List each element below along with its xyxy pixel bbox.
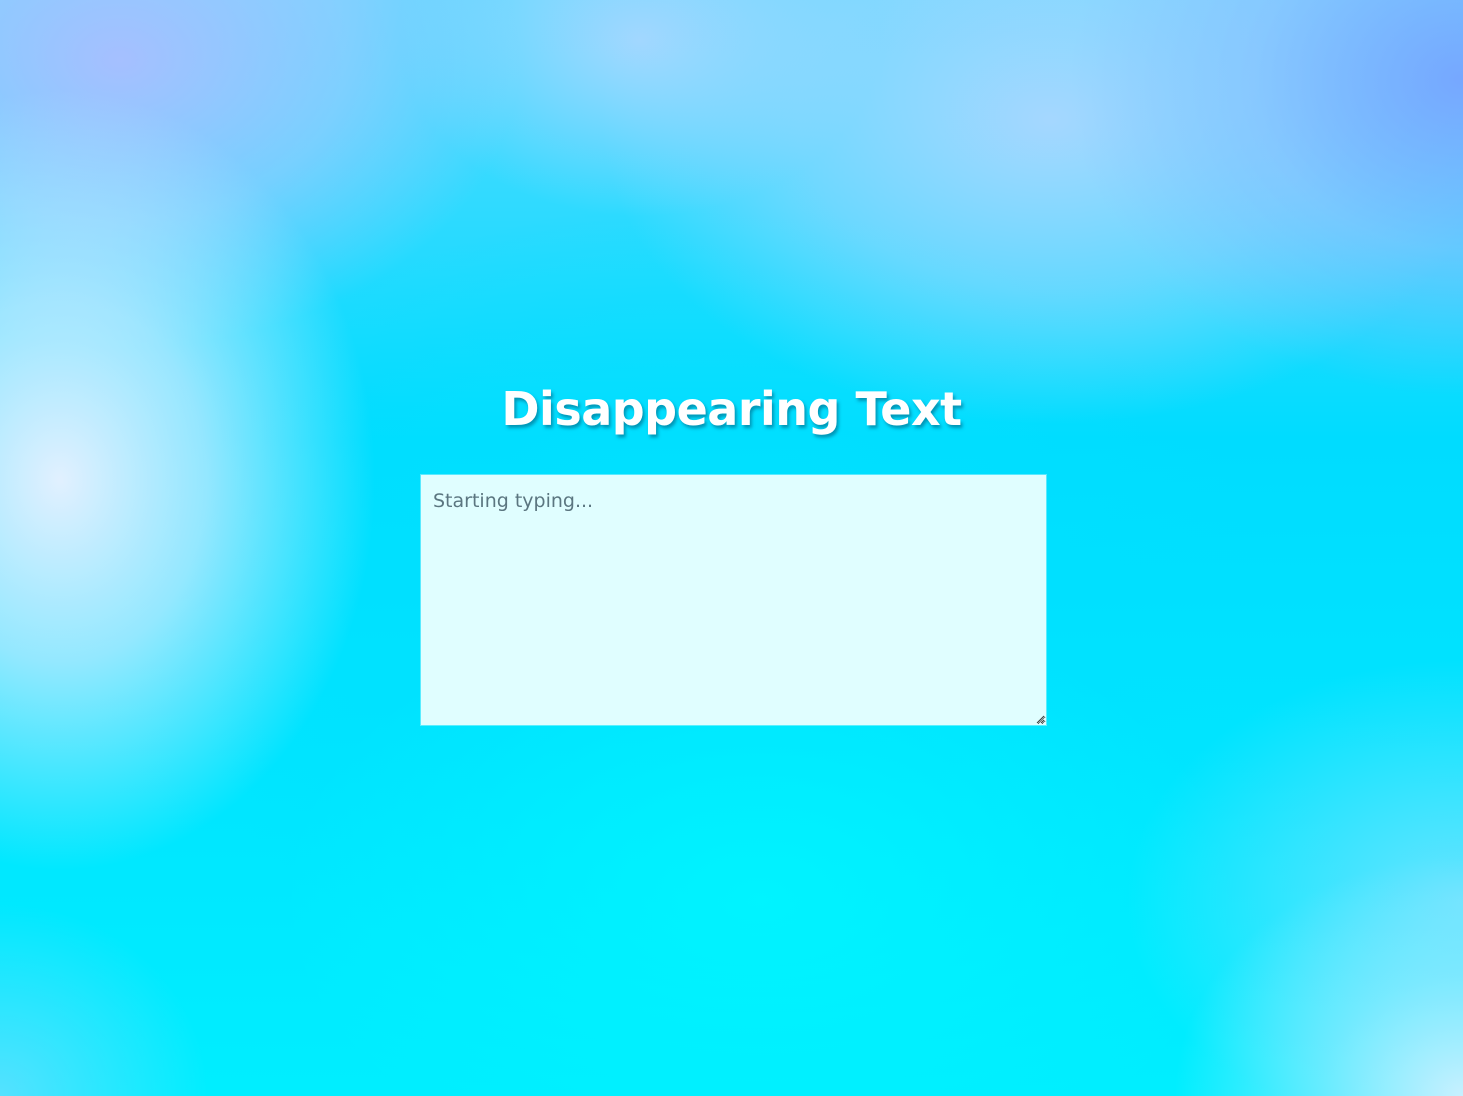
text-editor-textarea[interactable] (421, 475, 1046, 725)
page-title: Disappearing Text (501, 382, 962, 436)
